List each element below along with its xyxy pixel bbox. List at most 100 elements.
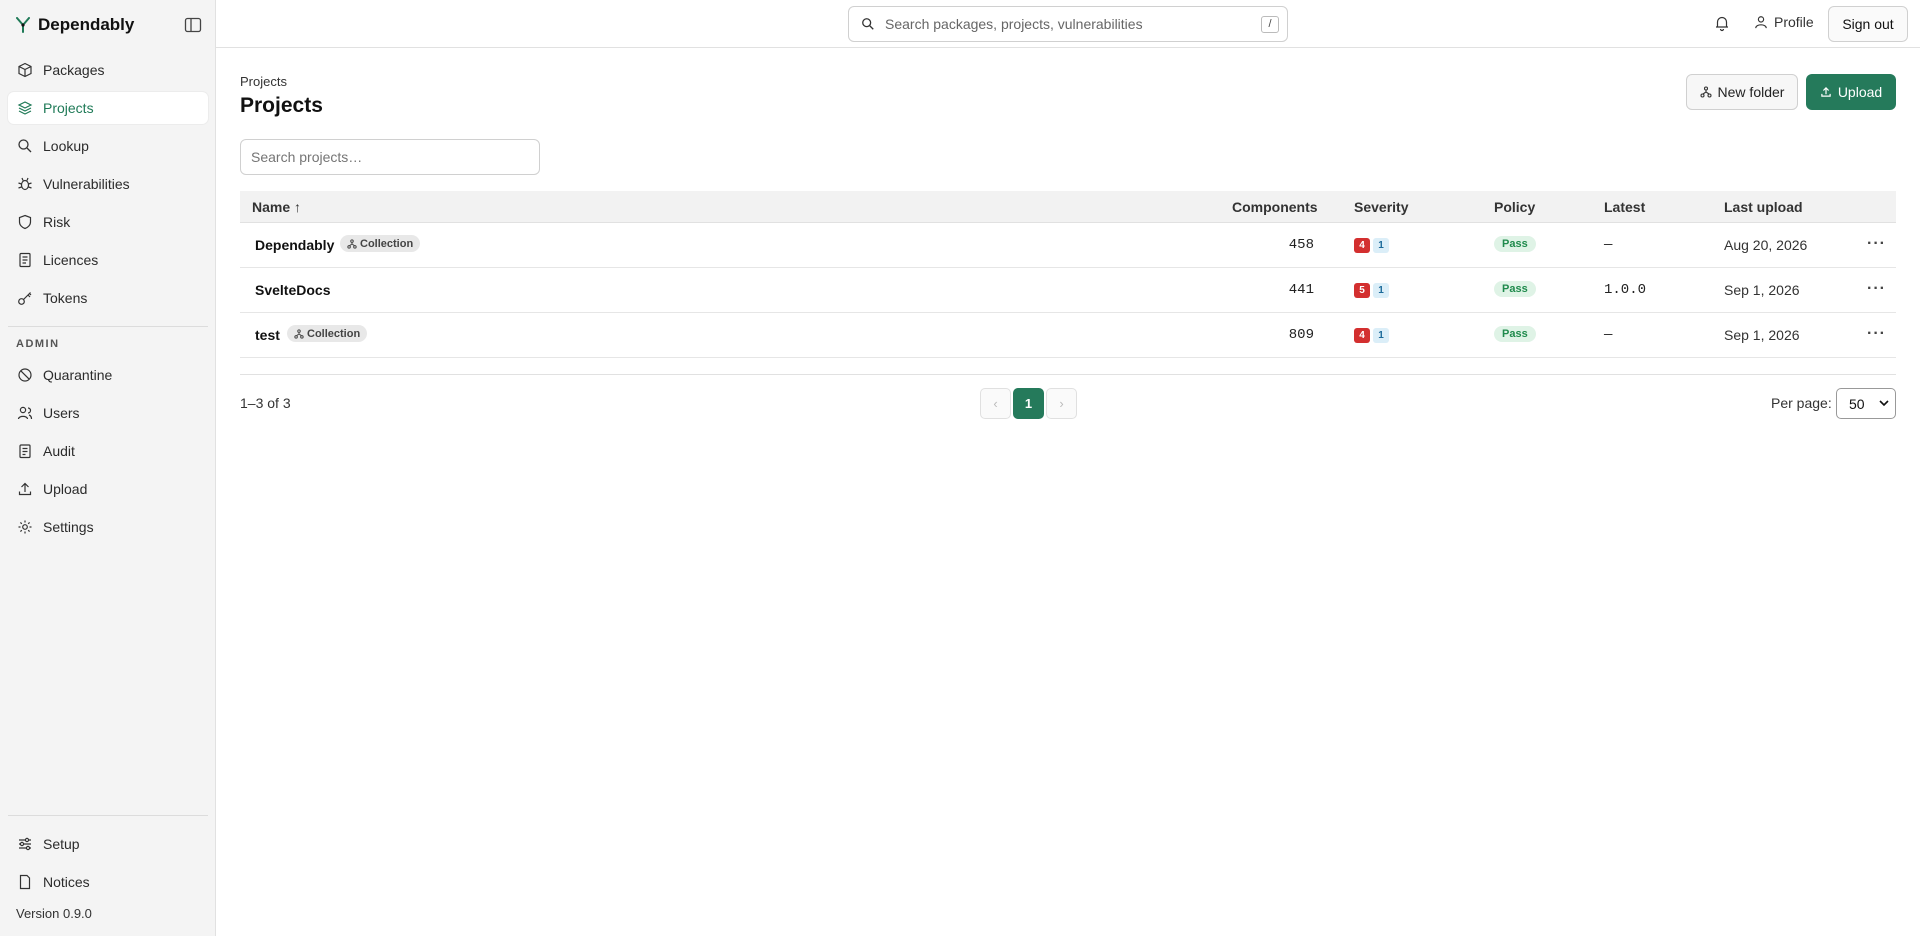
- sidebar: Dependably Packages Projects Lookup Vuln…: [0, 0, 216, 936]
- sidebar-item-label: Packages: [43, 62, 105, 78]
- sidebar-item-licences[interactable]: Licences: [8, 244, 208, 276]
- policy-badge: Pass: [1494, 281, 1536, 297]
- sidebar-item-label: Quarantine: [43, 367, 113, 383]
- sidebar-item-upload[interactable]: Upload: [8, 473, 208, 505]
- sliders-icon: [19, 837, 31, 851]
- sidebar-item-settings[interactable]: Settings: [8, 511, 208, 543]
- upload-icon: [1821, 87, 1831, 97]
- sidebar-item-lookup[interactable]: Lookup: [8, 130, 208, 162]
- shortcut-hint: /: [1261, 16, 1279, 33]
- sidebar-item-projects[interactable]: Projects: [8, 92, 208, 124]
- collection-icon: [294, 328, 304, 339]
- upload-button[interactable]: Upload: [1806, 74, 1896, 110]
- collection-icon: [347, 238, 357, 249]
- severity-critical-badge: 4: [1354, 328, 1370, 343]
- project-name[interactable]: Dependably: [255, 237, 334, 253]
- bell-icon[interactable]: [1713, 14, 1731, 32]
- package-icon: [18, 62, 32, 78]
- footer-nav: Setup Notices: [8, 828, 208, 904]
- severity-badges: 4 1: [1354, 238, 1389, 253]
- more-actions-button[interactable]: ···: [1867, 235, 1886, 253]
- admin-nav: Quarantine Users Audit Upload Settings: [8, 359, 208, 549]
- topbar: Search packages, projects, vulnerabiliti…: [216, 0, 1920, 48]
- sidebar-item-label: Setup: [43, 836, 80, 852]
- header-policy[interactable]: Policy: [1494, 199, 1535, 215]
- profile-link[interactable]: Profile: [1754, 14, 1814, 30]
- sidebar-item-label: Upload: [43, 481, 88, 497]
- table-row[interactable]: SvelteDocs 441 5 1 Pass 1.0.0 Sep 1, 202…: [240, 268, 1896, 313]
- search-icon: [18, 139, 32, 153]
- global-search-input[interactable]: Search packages, projects, vulnerabiliti…: [848, 6, 1288, 42]
- sidebar-item-label: Tokens: [43, 290, 88, 306]
- project-search-input[interactable]: [240, 139, 540, 175]
- sidebar-item-label: Users: [43, 405, 80, 421]
- severity-critical-badge: 5: [1354, 283, 1370, 298]
- app-version: Version 0.9.0: [16, 906, 92, 921]
- severity-low-badge: 1: [1373, 328, 1389, 343]
- collection-tag-label: Collection: [360, 237, 414, 250]
- new-folder-button[interactable]: New folder: [1686, 74, 1798, 110]
- brand[interactable]: Dependably: [16, 14, 134, 36]
- page-button-current[interactable]: 1: [1013, 388, 1044, 419]
- app-name: Dependably: [38, 15, 135, 34]
- sidebar-item-quarantine[interactable]: Quarantine: [8, 359, 208, 391]
- pagination: ‹ 1 ›: [980, 388, 1077, 419]
- next-page-button[interactable]: ›: [1046, 388, 1077, 419]
- new-folder-label: New folder: [1717, 84, 1785, 100]
- clipboard-icon: [19, 444, 31, 459]
- sidebar-item-tokens[interactable]: Tokens: [8, 282, 208, 314]
- search-placeholder: Search packages, projects, vulnerabiliti…: [885, 16, 1143, 32]
- components-count: 458: [1288, 237, 1314, 253]
- last-upload-date: Sep 1, 2026: [1724, 327, 1800, 343]
- users-icon: [17, 406, 33, 420]
- sidebar-item-label: Risk: [43, 214, 71, 230]
- breadcrumb[interactable]: Projects: [240, 74, 287, 89]
- sidebar-item-risk[interactable]: Risk: [8, 206, 208, 238]
- policy-badge: Pass: [1494, 326, 1536, 342]
- layers-icon: [17, 101, 33, 115]
- sidebar-item-audit[interactable]: Audit: [8, 435, 208, 467]
- per-page-select[interactable]: 50: [1836, 388, 1896, 419]
- collection-tag-label: Collection: [307, 327, 361, 340]
- header-severity[interactable]: Severity: [1354, 199, 1408, 215]
- project-name[interactable]: test: [255, 327, 280, 343]
- more-actions-button[interactable]: ···: [1867, 325, 1886, 343]
- per-page-label: Per page:: [1771, 395, 1832, 411]
- sign-out-button[interactable]: Sign out: [1828, 6, 1908, 42]
- header-name[interactable]: Name ↑: [252, 199, 301, 215]
- header-components[interactable]: Components: [1232, 199, 1318, 215]
- latest-version: 1.0.0: [1604, 282, 1647, 298]
- severity-low-badge: 1: [1373, 283, 1389, 298]
- shield-icon: [18, 214, 32, 230]
- sidebar-item-packages[interactable]: Packages: [8, 54, 208, 86]
- table-row[interactable]: test Collection 809 4 1 Pass — Sep 1, 20…: [240, 313, 1896, 358]
- latest-version: —: [1604, 237, 1613, 253]
- more-actions-button[interactable]: ···: [1867, 280, 1886, 298]
- user-icon: [1755, 16, 1767, 29]
- sidebar-item-label: Projects: [43, 100, 94, 116]
- gear-icon: [18, 520, 32, 534]
- sidebar-item-label: Audit: [43, 443, 75, 459]
- divider: [8, 815, 208, 816]
- table-row[interactable]: Dependably Collection 458 4 1 Pass — Aug…: [240, 223, 1896, 268]
- sidebar-item-label: Notices: [43, 874, 90, 890]
- sidebar-item-users[interactable]: Users: [8, 397, 208, 429]
- sidebar-item-vulnerabilities[interactable]: Vulnerabilities: [8, 168, 208, 200]
- divider: [8, 326, 208, 327]
- result-count: 1–3 of 3: [240, 395, 291, 411]
- sidebar-toggle-icon[interactable]: [184, 17, 202, 33]
- project-name[interactable]: SvelteDocs: [255, 282, 330, 298]
- table-header: Name ↑ Components Severity Policy Latest…: [240, 191, 1896, 223]
- profile-label: Profile: [1774, 14, 1814, 30]
- key-icon: [18, 292, 32, 305]
- search-icon: [862, 18, 874, 30]
- sidebar-item-notices[interactable]: Notices: [8, 866, 208, 898]
- prev-page-button[interactable]: ‹: [980, 388, 1011, 419]
- document-icon: [19, 252, 31, 268]
- upload-label: Upload: [1837, 84, 1883, 100]
- per-page-value: 50: [1849, 395, 1865, 412]
- sidebar-item-setup[interactable]: Setup: [8, 828, 208, 860]
- header-last-upload[interactable]: Last upload: [1724, 199, 1803, 215]
- components-count: 441: [1288, 282, 1314, 298]
- header-latest[interactable]: Latest: [1604, 199, 1645, 215]
